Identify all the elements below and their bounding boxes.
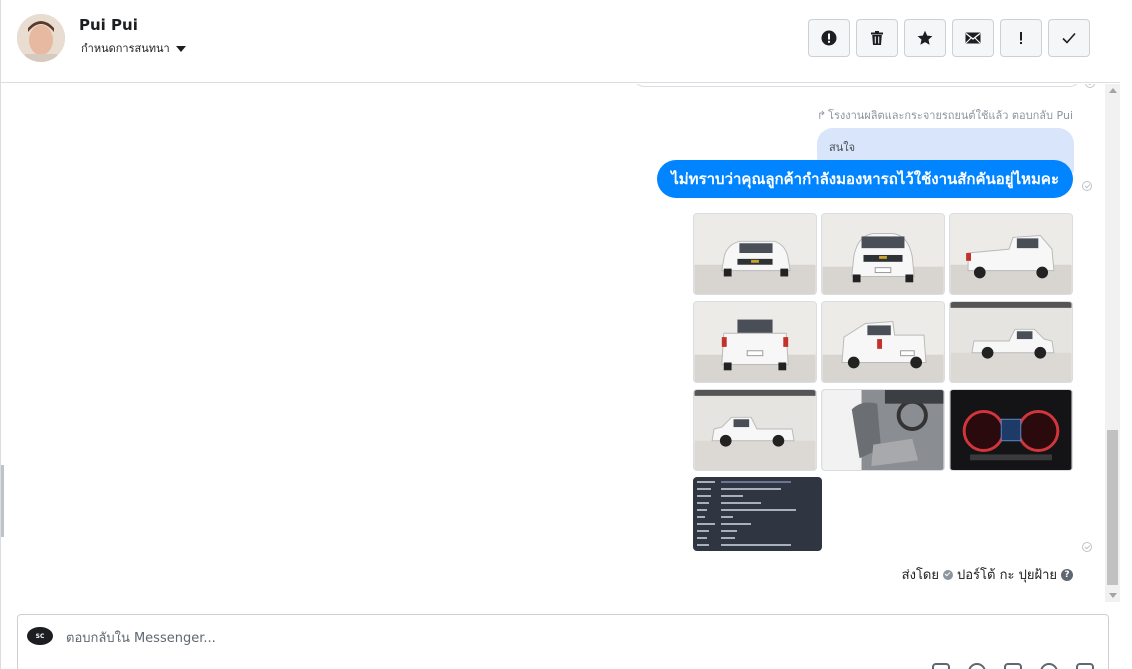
scrollbar[interactable] bbox=[1105, 84, 1120, 602]
photo-attachment[interactable] bbox=[949, 301, 1073, 383]
mark-done-button[interactable] bbox=[1048, 19, 1090, 57]
scroll-thumb[interactable] bbox=[1107, 430, 1118, 585]
photo-attachment[interactable] bbox=[693, 213, 817, 295]
photo-attachment[interactable] bbox=[821, 301, 945, 383]
reply-composer: SC bbox=[17, 614, 1109, 669]
reply-input[interactable] bbox=[66, 623, 966, 653]
message-thread[interactable]: ↱ โรงงานผลิตและกระจายรถยนต์ใช้แล้ว ตอบกล… bbox=[5, 84, 1106, 600]
seen-icon bbox=[1082, 181, 1092, 191]
panel-resize-handle[interactable] bbox=[1, 465, 4, 537]
pickup-side-photo bbox=[950, 302, 1072, 382]
composer-tools bbox=[932, 663, 1094, 669]
spam-button[interactable] bbox=[808, 19, 850, 57]
sender-name: ปอร์โต้ กะ ปุยฝ้าย bbox=[957, 568, 1057, 583]
photo-attachment[interactable] bbox=[949, 389, 1073, 471]
scroll-up-arrow-icon[interactable] bbox=[1109, 88, 1117, 93]
reply-note-text: โรงงานผลิตและกระจายรถยนต์ใช้แล้ว ตอบกลับ… bbox=[828, 109, 1073, 122]
checkmark-icon bbox=[1062, 32, 1076, 44]
star-icon bbox=[917, 30, 933, 45]
more-options-icon[interactable] bbox=[1076, 663, 1094, 669]
emoji-icon[interactable] bbox=[1040, 663, 1058, 669]
check-circle-icon bbox=[943, 569, 953, 580]
seen-icon bbox=[1082, 542, 1092, 552]
scroll-down-arrow-icon[interactable] bbox=[1109, 593, 1117, 598]
photo-attachment[interactable] bbox=[821, 389, 945, 471]
document-photo-attachment[interactable] bbox=[693, 477, 822, 551]
exclamation-icon bbox=[1020, 32, 1022, 44]
saved-reply-icon[interactable] bbox=[932, 663, 950, 669]
photo-attachment[interactable] bbox=[693, 301, 817, 383]
mark-unread-button[interactable] bbox=[952, 19, 994, 57]
messenger-inbox-panel: Pui Pui กำหนดการสนทนา ↱ โรงงานผลิตและกระ… bbox=[0, 0, 1132, 669]
dashboard-photo bbox=[950, 390, 1072, 470]
reply-note: ↱ โรงงานผลิตและกระจายรถยนต์ใช้แล้ว ตอบกล… bbox=[817, 106, 1073, 124]
assign-conversation-dropdown[interactable]: กำหนดการสนทนา bbox=[81, 39, 186, 57]
attachment-icon[interactable] bbox=[968, 663, 986, 669]
photo-attachment-grid bbox=[693, 213, 1074, 471]
conversation-header: Pui Pui กำหนดการสนทนา bbox=[1, 0, 1120, 83]
photo-attachment[interactable] bbox=[949, 213, 1073, 295]
page-logo-icon: SC bbox=[27, 627, 53, 645]
image-icon[interactable] bbox=[1004, 663, 1022, 669]
pickup-side-photo bbox=[694, 390, 816, 470]
reply-arrow-icon: ↱ bbox=[816, 108, 827, 122]
caret-down-icon bbox=[175, 45, 186, 52]
seen-icon bbox=[1085, 84, 1095, 88]
pickup-front-photo bbox=[822, 214, 944, 294]
header-toolbar bbox=[808, 19, 1090, 57]
message-bubble[interactable]: ไม่ทราบว่าคุณลูกค้ากำลังมองหารถไว้ใช้งาน… bbox=[657, 160, 1073, 198]
star-button[interactable] bbox=[904, 19, 946, 57]
pickup-front-photo bbox=[694, 214, 816, 294]
sent-by-info: ส่งโดย ปอร์โต้ กะ ปุยฝ้าย ? bbox=[902, 564, 1073, 585]
help-icon[interactable]: ? bbox=[1061, 568, 1073, 581]
alert-circle-icon bbox=[821, 30, 837, 46]
previous-message-bubble bbox=[631, 84, 1083, 87]
sent-by-label: ส่งโดย bbox=[901, 568, 939, 583]
pickup-rear-photo bbox=[950, 214, 1072, 294]
delete-button[interactable] bbox=[856, 19, 898, 57]
car-interior-photo bbox=[822, 390, 944, 470]
contact-name: Pui Pui bbox=[79, 16, 138, 34]
follow-up-button[interactable] bbox=[1000, 19, 1042, 57]
avatar[interactable] bbox=[17, 14, 65, 62]
pickup-rear-photo bbox=[694, 302, 816, 382]
assign-conversation-label: กำหนดการสนทนา bbox=[81, 42, 170, 55]
pickup-rear-photo bbox=[822, 302, 944, 382]
envelope-icon bbox=[965, 32, 981, 44]
photo-attachment[interactable] bbox=[693, 389, 817, 471]
trash-icon bbox=[871, 31, 883, 45]
photo-attachment[interactable] bbox=[821, 213, 945, 295]
